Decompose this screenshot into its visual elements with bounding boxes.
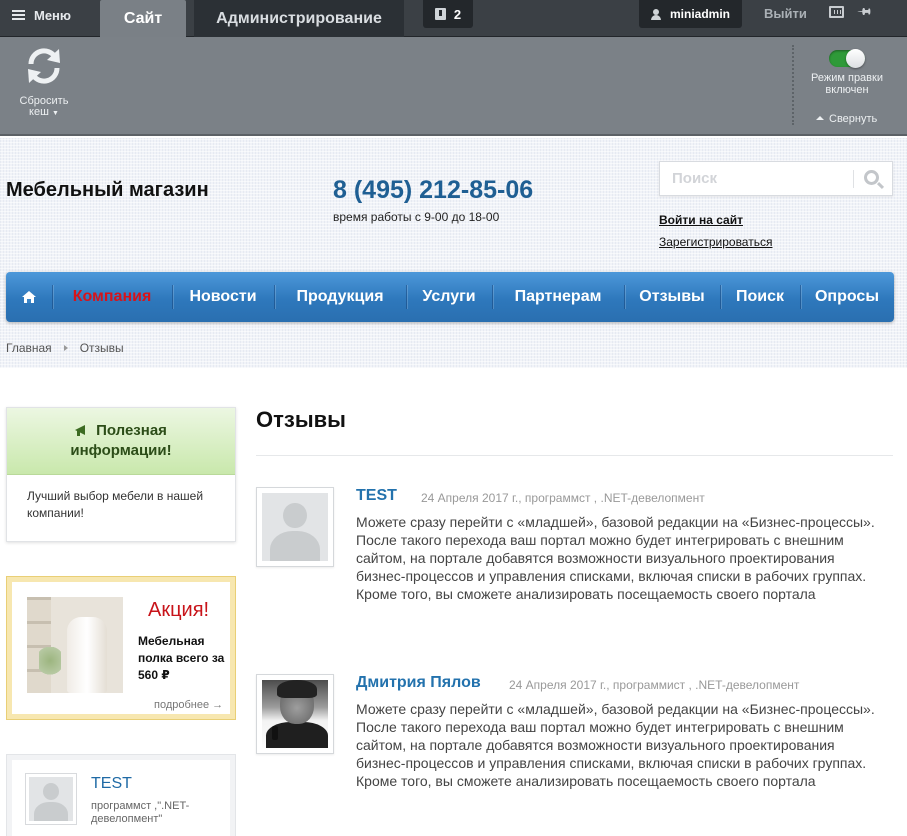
sidebar-review-name[interactable]: TEST <box>91 775 132 793</box>
nav-item-news[interactable]: Новости <box>172 272 274 322</box>
breadcrumb-separator-icon <box>63 345 68 351</box>
working-hours: время работы с 9-00 до 18-00 <box>333 210 500 224</box>
reset-cache-button[interactable]: Сбросить кеш ▼ <box>14 45 74 119</box>
tab-site[interactable]: Сайт <box>100 0 186 37</box>
useful-title-2: информации! <box>70 442 172 459</box>
pin-icon[interactable]: 🖈 <box>856 1 876 22</box>
login-link[interactable]: Войти на сайт <box>659 213 743 227</box>
hamburger-icon <box>12 10 25 20</box>
tab-administration[interactable]: Администрирование <box>194 0 404 37</box>
plant-image-part <box>39 647 61 681</box>
nav-home[interactable] <box>6 272 52 322</box>
avatar <box>256 674 334 754</box>
nav-item-company[interactable]: Компания <box>52 272 172 322</box>
menu-button[interactable]: Меню <box>0 0 83 30</box>
breadcrumb-current: Отзывы <box>79 341 124 355</box>
notification-icon <box>434 8 446 20</box>
search-divider <box>853 170 854 188</box>
username: miniadmin <box>670 7 731 21</box>
menu-label: Меню <box>34 7 72 23</box>
photo-microphone <box>272 726 278 740</box>
admin-toolbar: Сбросить кеш ▼ Режим правки включен Свер… <box>0 37 907 136</box>
collapse-toolbar-button[interactable]: Свернуть <box>816 113 877 125</box>
notifications-button[interactable]: 2 <box>423 0 473 28</box>
shop-name[interactable]: Мебельный магазин <box>6 179 209 202</box>
photo-hair <box>277 680 317 698</box>
nav-item-products[interactable]: Продукция <box>274 272 406 322</box>
main-nav: Компания Новости Продукция Услуги Партне… <box>6 272 894 322</box>
review-text: Можете сразу перейти с «младшей», базово… <box>356 701 875 789</box>
lamp-image-part <box>67 617 107 693</box>
person-placeholder-icon <box>262 493 328 561</box>
edit-mode-toggle[interactable]: Режим правки включен <box>810 49 884 96</box>
toggle-switch-icon[interactable] <box>829 49 865 68</box>
admin-top-bar: Меню Сайт Администрирование 2 miniadmin … <box>0 0 907 37</box>
promo-more-link[interactable]: подробнее → <box>154 699 223 711</box>
avatar <box>25 773 77 825</box>
search-box <box>659 161 893 196</box>
review-meta: 24 Апреля 2017 г., программист , .NET-де… <box>509 678 800 692</box>
useful-title-1: Полезная <box>96 422 167 439</box>
user-button[interactable]: miniadmin <box>639 0 742 28</box>
nav-item-search[interactable]: Поиск <box>720 272 800 322</box>
site-header: Мебельный магазин 8 (495) 212-85-06 врем… <box>0 138 907 368</box>
title-divider <box>256 455 893 456</box>
megaphone-icon <box>75 425 88 436</box>
avatar <box>256 487 334 567</box>
review-author[interactable]: TEST <box>356 487 397 505</box>
sidebar-review-card: TEST программст ,".NET-девелопмент" “... <box>6 754 236 836</box>
promo-inner: Акция! Мебельная полка всего за 560 ₽ по… <box>12 582 230 714</box>
promo-description: Мебельная полка всего за 560 ₽ <box>138 634 225 682</box>
nav-item-reviews[interactable]: Отзывы <box>624 272 720 322</box>
review-text: Можете сразу перейти с «младшей», базово… <box>356 514 875 602</box>
refresh-icon <box>28 48 60 84</box>
home-icon <box>22 291 36 303</box>
nav-item-polls[interactable]: Опросы <box>800 272 894 322</box>
breadcrumb-home[interactable]: Главная <box>6 341 52 355</box>
user-icon <box>651 8 661 20</box>
phone-number: 8 (495) 212-85-06 <box>333 176 534 204</box>
edit-mode-label-2: включен <box>825 84 869 96</box>
promo-image[interactable] <box>27 597 123 693</box>
nav-item-partners[interactable]: Партнерам <box>492 272 624 322</box>
useful-info-header: Полезная информации! <box>7 408 235 475</box>
person-photo <box>262 680 328 748</box>
edit-mode-label-1: Режим правки <box>811 72 883 84</box>
promo-title: Акция! <box>148 599 210 621</box>
reset-cache-label-2: кеш ▼ <box>29 106 59 118</box>
review-author[interactable]: Дмитрия Пялов <box>356 674 481 692</box>
page-title: Отзывы <box>256 407 346 432</box>
breadcrumb: Главная Отзывы <box>6 341 124 355</box>
promo-card[interactable]: Акция! Мебельная полка всего за 560 ₽ по… <box>6 576 236 720</box>
sidebar-review-meta: программст ,".NET-девелопмент" <box>91 800 190 825</box>
notifications-count: 2 <box>453 6 462 22</box>
toolbar-divider <box>792 45 794 125</box>
keyboard-icon[interactable] <box>829 6 844 18</box>
review-meta: 24 Апреля 2017 г., программст , .NET-дев… <box>421 491 705 505</box>
useful-info-text: Лучший выбор мебели в нашей компании! <box>27 489 204 520</box>
sidebar-review-inner: TEST программст ,".NET-девелопмент" “... <box>12 760 230 836</box>
register-link[interactable]: Зарегистрироваться <box>659 235 772 249</box>
useful-info-card: Полезная информации! Лучший выбор мебели… <box>6 407 236 542</box>
person-placeholder-icon <box>29 777 73 821</box>
search-input[interactable] <box>660 162 854 195</box>
logout-link[interactable]: Выйти <box>764 6 807 21</box>
nav-item-services[interactable]: Услуги <box>406 272 492 322</box>
search-icon[interactable] <box>864 170 879 185</box>
